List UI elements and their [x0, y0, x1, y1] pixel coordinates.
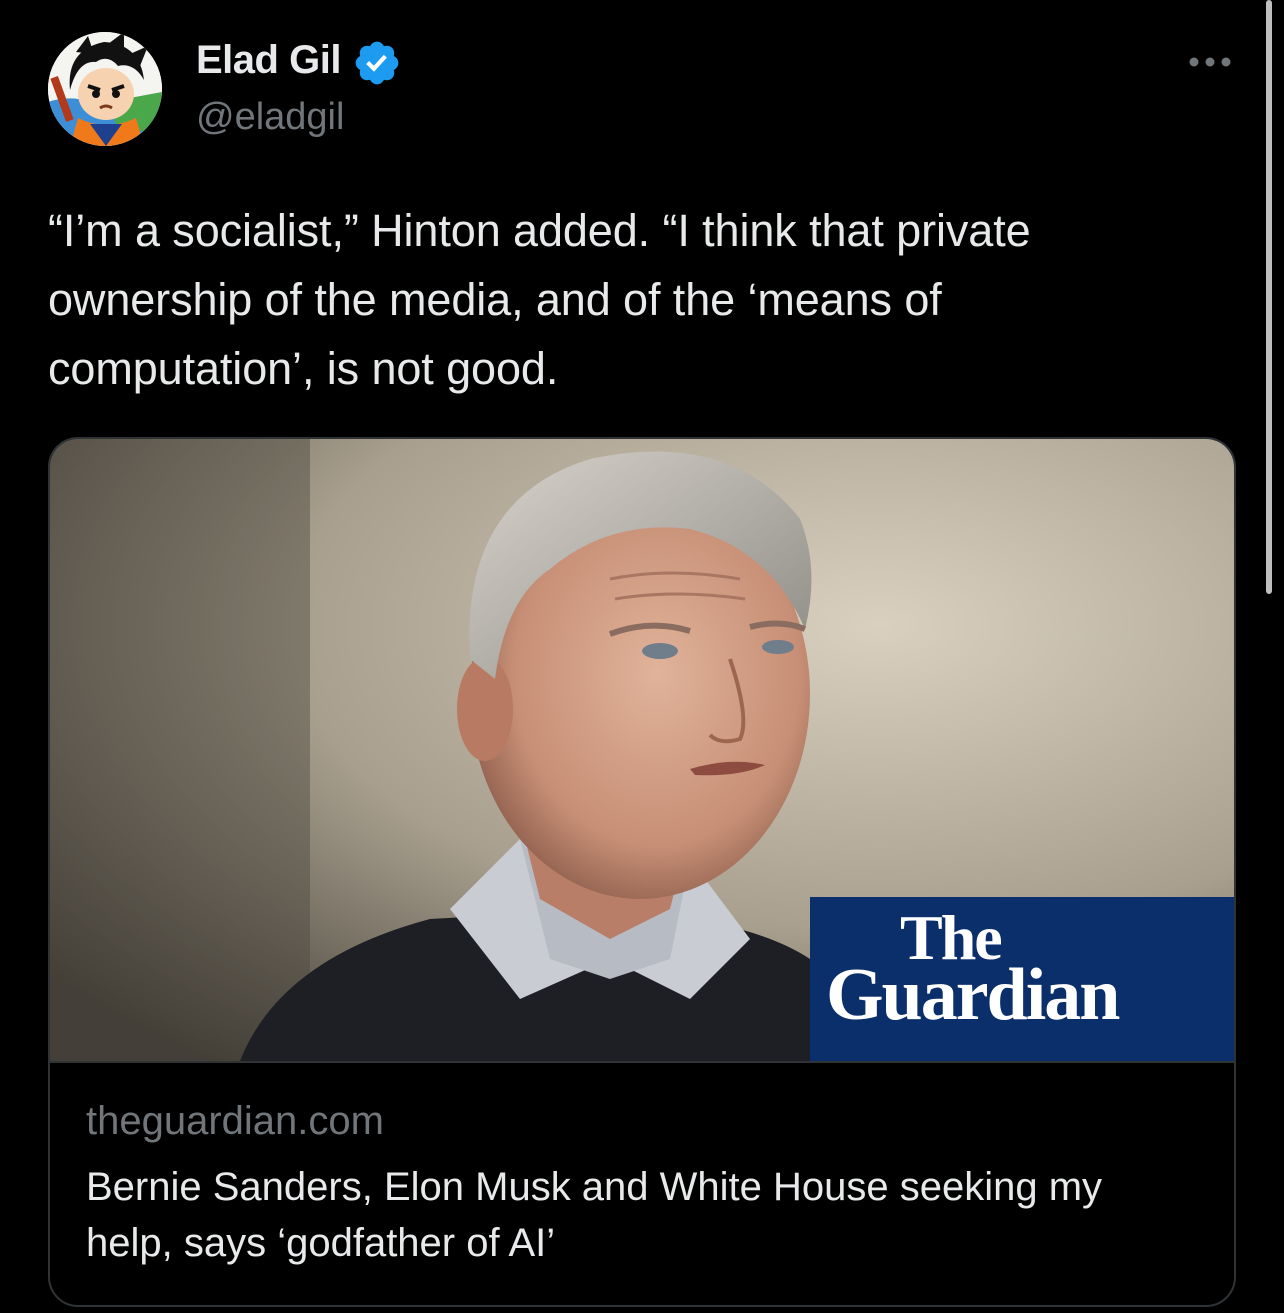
tweet-text: “I’m a socialist,” Hinton added. “I thin…: [48, 205, 1031, 394]
author-name[interactable]: Elad Gil: [196, 36, 341, 84]
card-image[interactable]: The Guardian: [50, 439, 1234, 1061]
verified-badge-icon: [355, 41, 399, 85]
avatar-illustration: [48, 32, 162, 146]
more-options-icon[interactable]: [1182, 40, 1238, 84]
author-avatar[interactable]: [48, 32, 162, 146]
author-handle[interactable]: @eladgil: [196, 94, 344, 140]
logo-line-2: Guardian: [826, 954, 1120, 1036]
card-title[interactable]: Bernie Sanders, Elon Musk and White Hous…: [86, 1159, 1196, 1271]
card-divider: [50, 1061, 1234, 1063]
scrollbar[interactable]: [1264, 0, 1274, 596]
card-domain[interactable]: theguardian.com: [86, 1097, 384, 1145]
scrollbar-thumb[interactable]: [1266, 0, 1272, 594]
link-card[interactable]: The Guardian theguardian.com Bernie Sand…: [48, 437, 1236, 1307]
tweet: Elad Gil @eladgil “I’m a socialist,” Hin…: [0, 0, 1284, 1313]
guardian-logo: The Guardian: [810, 897, 1234, 1061]
